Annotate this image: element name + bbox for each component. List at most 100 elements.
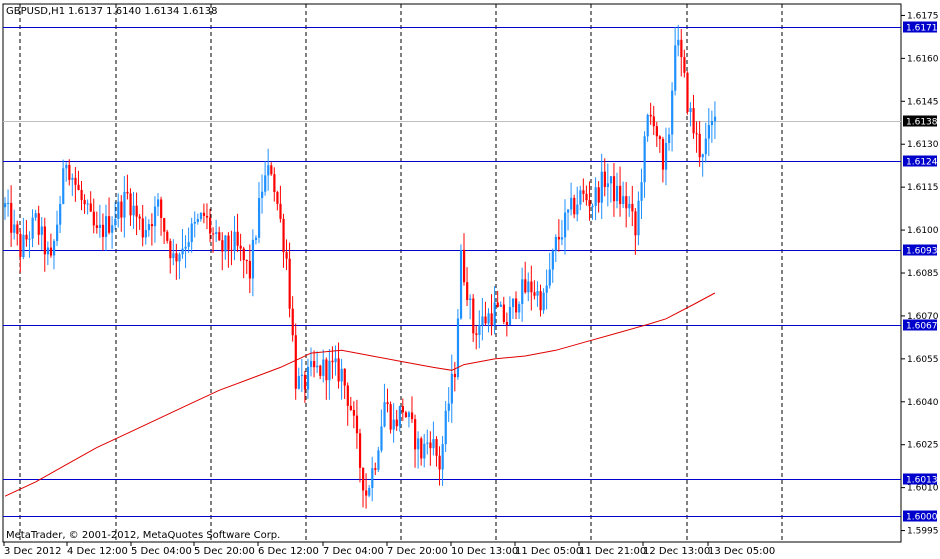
bear-candle-body xyxy=(490,313,493,326)
bull-candle-body xyxy=(153,206,157,227)
bear-candle-body xyxy=(279,203,282,219)
bull-candle-body xyxy=(570,197,573,210)
bear-candle-body xyxy=(463,249,466,283)
bull-candle-body xyxy=(447,403,450,411)
price-tick-label: 1.6175 xyxy=(907,11,939,21)
bear-candle-body xyxy=(365,490,368,496)
bull-candle-body xyxy=(616,185,619,202)
bear-candle-body xyxy=(169,240,172,259)
bull-candle-body xyxy=(671,90,674,135)
bull-candle-body xyxy=(316,365,319,368)
bear-candle-body xyxy=(420,438,423,459)
price-tick-label: 1.5995 xyxy=(907,527,939,537)
bear-candle-body xyxy=(138,216,141,219)
bull-candle-body xyxy=(34,213,37,218)
current-price-tag-label: 1.6138 xyxy=(906,118,938,128)
bear-candle-body xyxy=(25,234,28,240)
bear-candle-body xyxy=(10,202,13,233)
bear-candle-body xyxy=(276,192,279,204)
bear-candle-body xyxy=(337,358,340,382)
bull-candle-body xyxy=(199,212,203,220)
bull-candle-body xyxy=(707,124,710,139)
bear-candle-body xyxy=(285,252,288,259)
bear-candle-body xyxy=(661,139,665,170)
bear-candle-body xyxy=(313,361,316,368)
bear-candle-body xyxy=(524,279,527,293)
time-tick-label: 3 Dec 2012 xyxy=(4,546,62,557)
bull-candle-body xyxy=(710,121,714,125)
bull-candle-body xyxy=(371,468,374,489)
bear-candle-body xyxy=(652,116,655,127)
bull-candle-body xyxy=(254,237,258,240)
bull-candle-body xyxy=(459,249,463,319)
bull-candle-body xyxy=(59,203,62,225)
bear-candle-body xyxy=(475,333,478,335)
bull-candle-body xyxy=(377,450,380,470)
bull-candle-body xyxy=(643,136,646,183)
bull-candle-body xyxy=(521,279,524,305)
level-price-tag-label: 1.6124 xyxy=(906,158,938,168)
bull-candle-body xyxy=(536,291,539,296)
bull-candle-body xyxy=(554,236,557,251)
bear-candle-body xyxy=(435,439,438,456)
time-tick-label: 11 Dec 05:00 xyxy=(515,546,582,557)
bear-candle-body xyxy=(166,231,169,241)
bull-candle-body xyxy=(178,254,181,262)
bull-candle-body xyxy=(560,237,564,240)
bull-candle-body xyxy=(704,138,707,155)
bull-candle-body xyxy=(117,201,120,219)
bull-candle-body xyxy=(674,45,677,91)
bull-candle-body xyxy=(640,182,643,201)
bear-candle-body xyxy=(386,402,389,405)
bull-candle-body xyxy=(478,325,481,335)
bull-candle-body xyxy=(701,154,704,158)
bear-candle-body xyxy=(429,442,432,449)
bear-candle-body xyxy=(395,419,398,427)
bull-candle-body xyxy=(469,298,472,301)
time-tick-label: 4 Dec 12:00 xyxy=(67,546,128,557)
bull-candle-body xyxy=(591,205,594,207)
bull-candle-body xyxy=(380,426,383,451)
bull-candle-body xyxy=(637,200,640,236)
bear-candle-body xyxy=(362,467,365,491)
bear-candle-body xyxy=(163,218,166,232)
bear-candle-body xyxy=(160,199,163,219)
bear-candle-body xyxy=(150,224,154,227)
bull-candle-body xyxy=(628,203,631,209)
bear-candle-body xyxy=(245,260,248,262)
bull-candle-body xyxy=(609,176,613,184)
bear-candle-body xyxy=(141,218,144,238)
bull-candle-body xyxy=(114,218,117,226)
bull-candle-body xyxy=(224,235,227,252)
bear-candle-body xyxy=(597,187,600,203)
bull-candle-body xyxy=(62,168,65,204)
bear-candle-body xyxy=(472,298,475,334)
bear-candle-body xyxy=(346,385,349,406)
bear-candle-body xyxy=(239,245,242,249)
price-chart[interactable]: 1.6175 1.6160 1.6145 1.6130 1.6115 1.6100 1.60… xyxy=(0,0,940,559)
price-tick-label: 1.6055 xyxy=(907,355,939,365)
bear-candle-body xyxy=(496,302,499,307)
price-tick-label: 1.6025 xyxy=(907,441,939,451)
bear-candle-body xyxy=(683,57,686,73)
bull-candle-body xyxy=(432,439,435,449)
bull-candle-body xyxy=(450,373,453,404)
bull-candle-body xyxy=(567,209,570,213)
bull-candle-body xyxy=(322,359,325,376)
bull-candle-body xyxy=(606,183,610,187)
bull-candle-body xyxy=(123,191,126,218)
bull-candle-body xyxy=(499,304,502,307)
price-tick-label: 1.6160 xyxy=(907,54,939,64)
time-tick-label: 5 Dec 04:00 xyxy=(131,546,192,557)
bull-candle-body xyxy=(392,419,395,430)
bull-candle-body xyxy=(487,313,490,324)
bear-candle-body xyxy=(680,39,683,58)
bear-candle-body xyxy=(358,433,362,468)
price-tick-label: 1.6085 xyxy=(907,269,939,279)
bear-candle-body xyxy=(505,321,509,325)
bear-candle-body xyxy=(557,236,561,240)
bear-candle-body xyxy=(686,72,689,113)
bear-candle-body xyxy=(248,260,251,279)
bear-candle-body xyxy=(695,133,698,135)
bear-candle-body xyxy=(92,211,95,226)
